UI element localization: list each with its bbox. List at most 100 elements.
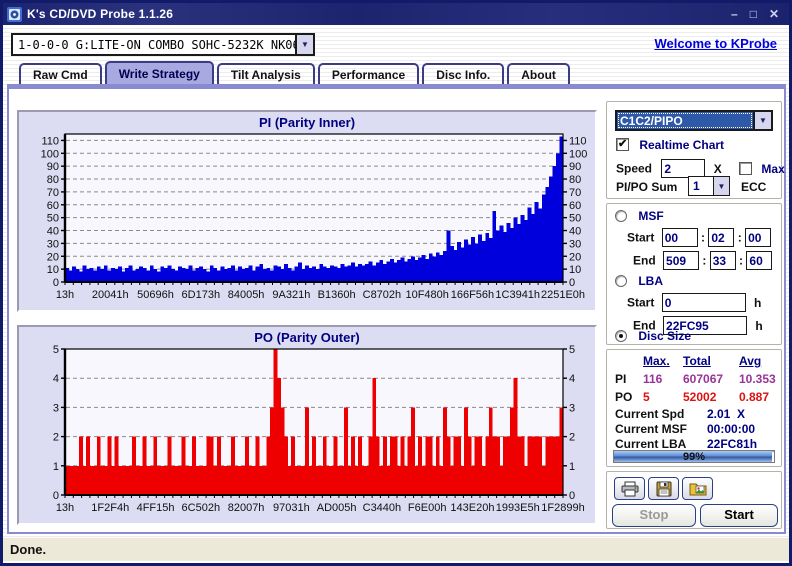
msf-start-m[interactable]: [661, 228, 698, 247]
disc-size-radio[interactable]: [615, 330, 627, 342]
pipo-sum-select[interactable]: 1 ▼: [688, 176, 730, 196]
status-text: Done.: [10, 542, 47, 557]
current-msf-label: Current MSF: [615, 422, 687, 436]
chevron-down-icon: ▼: [717, 181, 726, 191]
svg-text:5: 5: [569, 345, 575, 356]
tab-about[interactable]: About: [507, 63, 570, 84]
svg-text:3: 3: [569, 402, 575, 414]
mode-select[interactable]: C1C2/PIPO ▼: [615, 110, 773, 131]
svg-text:2: 2: [53, 432, 59, 444]
msf-start-f[interactable]: [745, 228, 772, 247]
start-button[interactable]: Start: [700, 504, 778, 527]
app-icon: [7, 6, 22, 22]
svg-text:70: 70: [569, 187, 581, 199]
tab-performance[interactable]: Performance: [317, 63, 420, 84]
tab-raw-cmd[interactable]: Raw Cmd: [19, 63, 102, 84]
max-speed-checkbox[interactable]: [739, 161, 753, 175]
print-button[interactable]: [614, 477, 645, 500]
welcome-link[interactable]: Welcome to KProbe: [654, 36, 777, 51]
svg-text:110: 110: [41, 135, 59, 147]
svg-text:10: 10: [47, 264, 59, 276]
po-chart-plot: 0 0 1 1 2 2 3 3 4 4 5 5 13h 1F2F4h 4FF15h 6C502h 82007h 9…: [53, 344, 585, 514]
speed-unit: X: [713, 161, 722, 176]
disc-size-label: Disc Size: [638, 329, 692, 343]
window-title: K's CD/DVD Probe 1.1.26: [27, 7, 174, 21]
svg-text:30: 30: [569, 238, 581, 250]
svg-text:40: 40: [569, 226, 581, 238]
svg-text:1: 1: [569, 461, 575, 473]
close-button[interactable]: ✕: [769, 8, 779, 20]
svg-text:2251E0h: 2251E0h: [541, 289, 585, 301]
lba-radio[interactable]: [615, 275, 627, 287]
scan-options-group: C1C2/PIPO ▼ Realtime Chart Speed X Max: [606, 101, 785, 199]
svg-text:F6E00h: F6E00h: [408, 502, 447, 514]
drive-select[interactable]: 1-0-0-0 G:LITE-ON COMBO SOHC-5232K NK06 …: [11, 33, 315, 56]
current-spd-label: Current Spd: [615, 407, 685, 421]
svg-text:1F2F4h: 1F2F4h: [91, 502, 129, 514]
drive-select-arrow[interactable]: ▼: [295, 35, 313, 54]
tab-tilt-analysis[interactable]: Tilt Analysis: [216, 63, 315, 84]
svg-text:82007h: 82007h: [228, 502, 265, 514]
svg-text:3: 3: [53, 402, 59, 414]
svg-text:1C3941h: 1C3941h: [495, 289, 540, 301]
msf-label: MSF: [638, 209, 664, 223]
pi-avg: 10.353: [739, 372, 776, 386]
pipo-sum-value: 1: [693, 179, 700, 193]
pipo-sum-arrow[interactable]: ▼: [713, 177, 729, 195]
image-icon: [689, 483, 706, 496]
msf-start-s[interactable]: [708, 228, 735, 247]
realtime-chart-checkbox[interactable]: [616, 137, 629, 151]
ecc-label: ECC: [741, 180, 767, 194]
svg-text:70: 70: [47, 187, 59, 199]
maximize-button[interactable]: □: [750, 8, 757, 20]
po-chart-panel: PO (Parity Outer) 0 0 1 1 2 2 3 3 4 4 5 5 13h 1F2F4h 4…: [17, 325, 597, 525]
stats-header-avg: Avg: [739, 354, 762, 368]
title-bar: K's CD/DVD Probe 1.1.26 – □ ✕: [3, 3, 789, 25]
current-spd-value: 2.01 X: [707, 407, 746, 421]
drive-select-value: 1-0-0-0 G:LITE-ON COMBO SOHC-5232K NK06: [18, 37, 295, 52]
save-image-button[interactable]: [682, 477, 713, 500]
current-msf-value: 00:00:00: [707, 422, 756, 436]
tab-disc-info[interactable]: Disc Info.: [422, 63, 505, 84]
svg-text:AD005h: AD005h: [317, 502, 357, 514]
realtime-chart-label: Realtime Chart: [639, 138, 725, 152]
svg-text:10F480h: 10F480h: [405, 289, 448, 301]
msf-end-f[interactable]: [746, 251, 773, 270]
svg-text:13h: 13h: [56, 289, 74, 301]
speed-label: Speed: [616, 161, 653, 176]
svg-text:90: 90: [47, 161, 59, 173]
chevron-down-icon: ▼: [301, 40, 309, 49]
po-max: 5: [643, 390, 650, 404]
mode-select-arrow[interactable]: ▼: [753, 112, 771, 129]
svg-text:50: 50: [569, 213, 581, 225]
pi-row-label: PI: [615, 372, 627, 386]
svg-text:166F56h: 166F56h: [451, 289, 494, 301]
svg-text:0: 0: [53, 277, 59, 289]
svg-text:20041h: 20041h: [92, 289, 129, 301]
svg-text:6D173h: 6D173h: [182, 289, 221, 301]
svg-text:0: 0: [53, 490, 59, 502]
tab-bar: Raw Cmd Write Strategy Tilt Analysis Per…: [19, 61, 570, 84]
svg-text:0: 0: [569, 277, 575, 289]
svg-text:80: 80: [569, 174, 581, 186]
chevron-down-icon: ▼: [759, 116, 767, 125]
svg-text:0: 0: [569, 490, 575, 502]
svg-text:5: 5: [53, 345, 59, 356]
app-window: K's CD/DVD Probe 1.1.26 – □ ✕ 1-0-0-0 G:…: [0, 0, 792, 566]
save-button[interactable]: [648, 477, 679, 500]
stats-header-max: Max.: [643, 354, 670, 368]
pi-total: 607067: [683, 372, 724, 386]
msf-sep: :: [701, 230, 706, 245]
stop-button[interactable]: Stop: [612, 504, 696, 527]
po-total: 52002: [683, 390, 717, 404]
msf-end-s[interactable]: [709, 251, 736, 270]
tab-write-strategy[interactable]: Write Strategy: [104, 61, 214, 84]
msf-end-m[interactable]: [663, 251, 700, 270]
svg-text:4: 4: [569, 373, 575, 385]
lba-start-input[interactable]: [661, 293, 746, 312]
msf-radio[interactable]: [615, 210, 627, 222]
svg-text:1F2899h: 1F2899h: [541, 502, 584, 514]
minimize-button[interactable]: –: [731, 8, 738, 20]
max-speed-label: Max: [761, 161, 785, 176]
svg-text:1993E5h: 1993E5h: [496, 502, 540, 514]
